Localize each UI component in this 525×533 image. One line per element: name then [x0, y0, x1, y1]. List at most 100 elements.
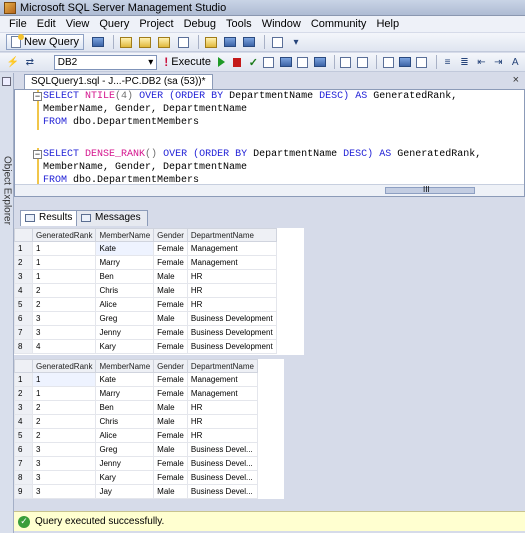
menu-project[interactable]: Project [134, 17, 178, 31]
table-cell[interactable]: 2 [31, 283, 97, 298]
table-cell[interactable]: 2 [31, 297, 97, 312]
toolbar-options-button[interactable]: ▾ [288, 35, 304, 50]
column-header[interactable]: MemberName [95, 228, 155, 242]
table-row[interactable]: 2 1 Marry Female Management [14, 386, 259, 401]
table-cell[interactable]: 3 [31, 311, 97, 326]
table-row[interactable]: 8 3 Kary Female Business Devel... [14, 470, 259, 485]
table-cell[interactable]: 1 [31, 269, 97, 284]
new-query-button[interactable]: New Query [6, 34, 85, 50]
row-number[interactable]: 6 [14, 442, 33, 457]
table-cell[interactable]: Business Devel... [186, 456, 259, 471]
table-cell[interactable]: Male [153, 484, 188, 499]
collapse-icon[interactable]: − [33, 150, 42, 159]
table-cell[interactable]: Male [153, 414, 188, 429]
table-cell[interactable]: HR [186, 283, 277, 298]
table-cell[interactable]: Kate [95, 372, 155, 387]
table-cell[interactable]: Chris [95, 414, 155, 429]
table-cell[interactable]: Female [153, 428, 188, 443]
table-cell[interactable]: Alice [95, 428, 155, 443]
collapse-icon[interactable]: − [33, 92, 42, 101]
table-cell[interactable]: Marry [95, 255, 155, 270]
table-cell[interactable]: HR [186, 297, 277, 312]
table-cell[interactable]: HR [186, 269, 277, 284]
table-cell[interactable]: Business Devel... [186, 442, 259, 457]
table-row[interactable]: 2 1 Marry Female Management [14, 255, 277, 270]
table-cell[interactable]: Kary [95, 339, 155, 354]
column-header[interactable]: GeneratedRank [31, 359, 97, 373]
row-number[interactable]: 3 [14, 400, 33, 415]
menu-query[interactable]: Query [94, 17, 134, 31]
table-row[interactable]: 7 3 Jenny Female Business Devel... [14, 456, 259, 471]
intellisense-button[interactable] [313, 55, 327, 70]
table-cell[interactable]: HR [186, 400, 259, 415]
change-connection-icon[interactable]: ⇄ [23, 55, 37, 70]
editor-horizontal-scrollbar[interactable]: III [15, 184, 524, 196]
table-cell[interactable]: Jay [95, 484, 155, 499]
table-cell[interactable]: HR [186, 428, 259, 443]
sql-editor[interactable]: − SELECT NTILE(4) OVER (ORDER BY Departm… [14, 89, 525, 197]
table-cell[interactable]: Business Development [186, 325, 277, 340]
table-row[interactable]: 7 3 Jenny Female Business Development [14, 325, 277, 340]
table-cell[interactable]: Male [153, 269, 188, 284]
table-cell[interactable]: Female [153, 297, 188, 312]
table-cell[interactable]: Jenny [95, 456, 155, 471]
client-stats-button[interactable] [355, 55, 369, 70]
row-number[interactable]: 7 [14, 456, 33, 471]
table-row[interactable]: 1 1 Kate Female Management [14, 241, 277, 256]
table-cell[interactable]: Female [153, 456, 188, 471]
table-cell[interactable]: Male [153, 442, 188, 457]
table-row[interactable]: 4 2 Chris Male HR [14, 283, 277, 298]
table-cell[interactable]: Management [186, 255, 277, 270]
table-cell[interactable]: 3 [31, 325, 97, 340]
cancel-query-icon[interactable] [232, 57, 241, 67]
database-engine-query-button[interactable] [90, 35, 106, 50]
specify-values-button[interactable]: A [508, 55, 522, 70]
save-all-button[interactable] [241, 35, 257, 50]
row-number[interactable]: 8 [14, 339, 33, 354]
table-cell[interactable]: Kate [95, 241, 155, 256]
table-row[interactable]: 1 1 Kate Female Management [14, 372, 259, 387]
results-to-text-button[interactable] [381, 55, 395, 70]
results-to-grid-button[interactable] [398, 55, 412, 70]
comment-button[interactable]: ≡ [441, 55, 455, 70]
tab-results[interactable]: Results [20, 210, 80, 226]
mdx-query-button[interactable] [137, 35, 153, 50]
table-row[interactable]: 5 2 Alice Female HR [14, 297, 277, 312]
table-row[interactable]: 4 2 Chris Male HR [14, 414, 259, 429]
row-number[interactable]: 5 [14, 297, 33, 312]
table-cell[interactable]: Management [186, 372, 259, 387]
table-cell[interactable]: Female [153, 339, 188, 354]
row-number[interactable]: 2 [14, 255, 33, 270]
parse-check-icon[interactable]: ✓ [249, 56, 258, 69]
column-header[interactable]: DepartmentName [186, 228, 277, 242]
table-cell[interactable]: Female [153, 372, 188, 387]
table-cell[interactable]: 2 [31, 414, 97, 429]
column-header[interactable]: Gender [153, 359, 188, 373]
result-grid-1[interactable]: GeneratedRank MemberName Gender DepartmentN… [14, 228, 304, 355]
table-row[interactable]: 3 2 Ben Male HR [14, 400, 259, 415]
object-explorer-collapsed-panel[interactable]: Object Explorer [0, 73, 14, 533]
table-cell[interactable]: 2 [31, 400, 97, 415]
scrollbar-thumb[interactable] [385, 187, 475, 194]
save-button[interactable] [222, 35, 238, 50]
table-cell[interactable]: 3 [31, 484, 97, 499]
execute-button[interactable]: ! Execute [161, 55, 214, 69]
table-cell[interactable]: Kary [95, 470, 155, 485]
increase-indent-button[interactable]: ⇥ [491, 55, 505, 70]
object-explorer-label[interactable]: Object Explorer [2, 146, 13, 236]
result-grid-2[interactable]: GeneratedRank MemberName Gender DepartmentN… [14, 359, 284, 499]
table-cell[interactable]: Chris [95, 283, 155, 298]
display-plan-button[interactable] [262, 55, 276, 70]
connect-icon[interactable]: ⚡ [6, 55, 20, 70]
table-cell[interactable]: Ben [95, 269, 155, 284]
column-header[interactable]: DepartmentName [186, 359, 259, 373]
column-header[interactable]: MemberName [95, 359, 155, 373]
debug-play-icon[interactable] [217, 57, 225, 67]
include-plan-button[interactable] [338, 55, 352, 70]
table-row[interactable]: 6 3 Greg Male Business Development [14, 311, 277, 326]
table-cell[interactable]: Female [153, 325, 188, 340]
uncomment-button[interactable]: ≣ [458, 55, 472, 70]
table-cell[interactable]: Female [153, 386, 188, 401]
menu-debug[interactable]: Debug [179, 17, 221, 31]
menu-edit[interactable]: Edit [32, 17, 61, 31]
